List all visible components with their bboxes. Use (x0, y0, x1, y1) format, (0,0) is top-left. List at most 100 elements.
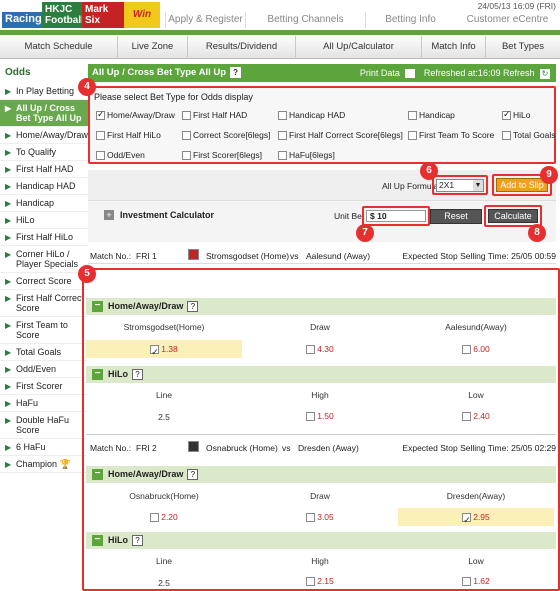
checkbox[interactable] (462, 577, 472, 587)
formula-select[interactable]: 2X1 ▼ (436, 179, 484, 192)
help-icon[interactable]: ? (132, 535, 143, 547)
away-team[interactable]: Aalesund (Away) (306, 251, 370, 261)
odd-away[interactable]: 6.00 (398, 340, 554, 358)
odd-low[interactable]: 1.62 (398, 572, 554, 590)
sidebar-item-handicap-had[interactable]: ▶ Handicap HAD (0, 178, 88, 195)
checkbox[interactable] (462, 345, 472, 355)
marksix-tab[interactable]: Mark Six (82, 2, 124, 28)
help-icon[interactable]: ? (187, 301, 199, 313)
checkbox[interactable] (306, 412, 316, 422)
bet-type-handicap[interactable]: Handicap (408, 110, 455, 121)
bet-type-first-scorer[interactable]: First Scorer[6legs] (182, 150, 262, 161)
bet-type-first-half-correct-score[interactable]: First Half Correct Score[6legs] (278, 130, 403, 141)
win-logo[interactable]: Win (124, 2, 160, 28)
sidebar-item-champion[interactable]: ▶ Champion 🏆 (0, 456, 88, 473)
sidebar-item-double-hafu[interactable]: ▶ Double HaFu Score (0, 412, 88, 439)
checkbox[interactable] (150, 513, 160, 523)
collapse-icon[interactable]: − (92, 469, 103, 480)
collapse-icon[interactable]: − (92, 369, 103, 380)
bet-type-first-team-score[interactable]: First Team To Score (408, 130, 494, 141)
checkbox[interactable] (278, 131, 287, 141)
sidebar-item-first-half-correct-score[interactable]: ▶ First Half Correct Score (0, 290, 88, 317)
betting-info-link[interactable]: Betting Info (365, 12, 455, 28)
subnav-allup[interactable]: All Up/Calculator (296, 36, 422, 59)
checkbox[interactable] (408, 131, 417, 141)
unit-bet-input[interactable]: $ 10 (366, 210, 426, 222)
odd-home[interactable]: 2.20 (86, 508, 242, 526)
checkbox[interactable] (462, 511, 472, 529)
bet-type-total-goals[interactable]: Total Goals (502, 130, 556, 141)
sidebar-item-in-play[interactable]: ▶ In Play Betting (0, 83, 88, 100)
odd-low[interactable]: 2.40 (398, 407, 554, 425)
bet-type-handicap-had[interactable]: Handicap HAD (278, 110, 345, 121)
bet-type-hafu[interactable]: HaFu[6legs] (278, 150, 335, 161)
sidebar-item-all-up[interactable]: ▶ All Up / Cross Bet Type All Up (0, 100, 88, 127)
checkbox[interactable] (408, 111, 417, 121)
bet-type-odd-even[interactable]: Odd/Even (96, 150, 145, 161)
subnav-results[interactable]: Results/Dividend (188, 36, 296, 59)
refresh-icon[interactable]: ↻ (540, 68, 550, 79)
reset-button[interactable]: Reset (430, 209, 482, 224)
checkbox[interactable] (96, 109, 105, 121)
sidebar-item-hilo[interactable]: ▶ HiLo (0, 212, 88, 229)
odd-high[interactable]: 2.15 (242, 572, 398, 590)
sidebar-item-hafu[interactable]: ▶ HaFu (0, 395, 88, 412)
odd-high[interactable]: 1.50 (242, 407, 398, 425)
bet-type-hilo[interactable]: HiLo (502, 109, 530, 121)
calculate-button[interactable]: Calculate (488, 209, 538, 223)
sidebar-item-6-hafu[interactable]: ▶ 6 HaFu (0, 439, 88, 456)
printer-icon[interactable] (405, 69, 416, 79)
sidebar-item-first-team-score[interactable]: ▶ First Team to Score (0, 317, 88, 344)
checkbox[interactable] (278, 111, 287, 121)
sidebar-item-first-half-hilo[interactable]: ▶ First Half HiLo (0, 229, 88, 246)
collapse-icon[interactable]: − (92, 535, 103, 546)
checkbox[interactable] (96, 151, 105, 161)
sidebar-item-handicap[interactable]: ▶ Handicap (0, 195, 88, 212)
help-icon[interactable]: ? (132, 369, 143, 381)
checkbox[interactable] (306, 577, 316, 587)
checkbox[interactable] (306, 513, 316, 523)
football-tab[interactable]: HKJC Football (42, 2, 84, 28)
checkbox[interactable] (502, 109, 511, 121)
sidebar-item-first-half-had[interactable]: ▶ First Half HAD (0, 161, 88, 178)
checkbox[interactable] (306, 345, 316, 355)
sidebar-item-odd-even[interactable]: ▶ Odd/Even (0, 361, 88, 378)
print-data-link[interactable]: Print Data (360, 68, 400, 78)
subnav-live-zone[interactable]: Live Zone (118, 36, 188, 59)
collapse-icon[interactable]: − (92, 301, 103, 312)
sidebar-item-had[interactable]: ▶ Home/Away/Draw (0, 127, 88, 144)
sidebar-item-to-qualify[interactable]: ▶ To Qualify (0, 144, 88, 161)
chevron-down-icon[interactable]: ▼ (473, 180, 483, 191)
odd-away[interactable]: 2.95 (398, 508, 554, 529)
home-team[interactable]: Stromsgodset (Home) (206, 251, 289, 261)
subnav-bet-types[interactable]: Bet Types (486, 36, 560, 59)
add-to-slip-button[interactable]: Add to Slip (496, 178, 548, 192)
refresh-link[interactable]: Refreshed at:16:09 Refresh (424, 68, 535, 78)
checkbox[interactable] (182, 131, 191, 141)
sidebar-item-corner-hilo[interactable]: ▶ Corner HiLo / Player Specials (0, 246, 88, 273)
checkbox[interactable] (462, 412, 472, 422)
away-team[interactable]: Dresden (Away) (298, 443, 359, 453)
bet-type-correct-score[interactable]: Correct Score[6legs] (182, 130, 270, 141)
subnav-match-info[interactable]: Match Info (422, 36, 486, 59)
help-icon[interactable]: ? (187, 469, 199, 481)
apply-register-link[interactable]: Apply & Register (165, 12, 245, 28)
checkbox[interactable] (182, 111, 191, 121)
subnav-match-schedule[interactable]: Match Schedule (0, 36, 118, 59)
odd-home[interactable]: 1.38 (86, 340, 242, 361)
bet-type-had[interactable]: Home/Away/Draw (96, 109, 175, 121)
expand-icon[interactable]: + (104, 210, 114, 220)
home-team[interactable]: Osnabruck (Home) (206, 443, 278, 453)
checkbox[interactable] (502, 131, 511, 141)
racing-tab[interactable]: Racing (2, 12, 42, 28)
checkbox[interactable] (182, 151, 191, 161)
help-icon[interactable]: ? (230, 66, 242, 78)
odd-draw[interactable]: 4.30 (242, 340, 398, 358)
checkbox[interactable] (96, 131, 105, 141)
customer-ecentre-link[interactable]: Customer eCentre (455, 12, 560, 28)
sidebar-item-first-scorer[interactable]: ▶ First Scorer (0, 378, 88, 395)
bet-type-first-half-had[interactable]: First Half HAD (182, 110, 247, 121)
sidebar-item-correct-score[interactable]: ▶ Correct Score (0, 273, 88, 290)
odd-draw[interactable]: 3.05 (242, 508, 398, 526)
sidebar-item-total-goals[interactable]: ▶ Total Goals (0, 344, 88, 361)
